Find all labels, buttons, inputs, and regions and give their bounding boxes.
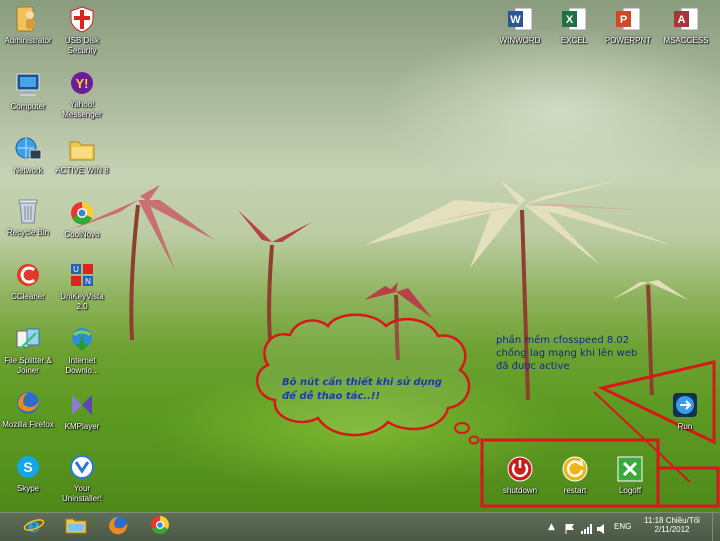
clock-date: 2/11/2012 (654, 525, 690, 534)
run-icon (670, 390, 700, 420)
tray-highlight (656, 466, 720, 508)
annotation-overlay (256, 313, 720, 508)
show-desktop-button[interactable] (712, 513, 720, 541)
desktop: Administrator Computer Network Recycle B… (0, 0, 720, 512)
tray-volume-icon[interactable] (596, 520, 608, 539)
clock-time: 11:18 Chiều/Tối (644, 516, 700, 525)
coolnovo-icon (149, 514, 171, 540)
language-indicator[interactable]: ENG (614, 522, 631, 531)
logoff-icon (615, 454, 645, 484)
desktop-icon-logoff[interactable]: Logoff (598, 454, 662, 496)
taskbar-firefox[interactable] (100, 515, 136, 539)
restart-icon (560, 454, 590, 484)
taskbar-internet-explorer[interactable]: e (16, 513, 52, 540)
clock[interactable]: 11:18 Chiều/Tối 2/11/2012 (640, 516, 704, 534)
file-explorer-icon (65, 515, 87, 539)
taskbar-coolnovo[interactable] (142, 515, 178, 539)
desktop-icon-run[interactable]: Run (653, 390, 717, 432)
desktop-icon-label: Logoff (618, 486, 642, 495)
bubble-annotation-text: Bô nút cần thiết khi sử dụng để dễ thao … (282, 377, 442, 402)
internet-explorer-icon: e (23, 513, 45, 540)
svg-text:e: e (28, 514, 41, 536)
tray-chevron-icon[interactable]: ▲ (548, 522, 555, 532)
shutdown-icon (505, 454, 535, 484)
taskbar-file-explorer[interactable] (58, 515, 94, 539)
tray-network-icon[interactable] (580, 520, 592, 539)
firefox-icon (107, 514, 129, 540)
cfosspeed-note-text: phần mềm cfosspeed 8.02 chống lag mạng k… (496, 335, 638, 372)
desktop-icon-label: Run (677, 422, 693, 431)
taskbar: e ▲ ENG 11:18 Chiều/Tối 2/11/2012 (0, 512, 720, 541)
tray-flag-icon[interactable] (564, 520, 576, 539)
thought-bubble-shape (256, 313, 471, 437)
